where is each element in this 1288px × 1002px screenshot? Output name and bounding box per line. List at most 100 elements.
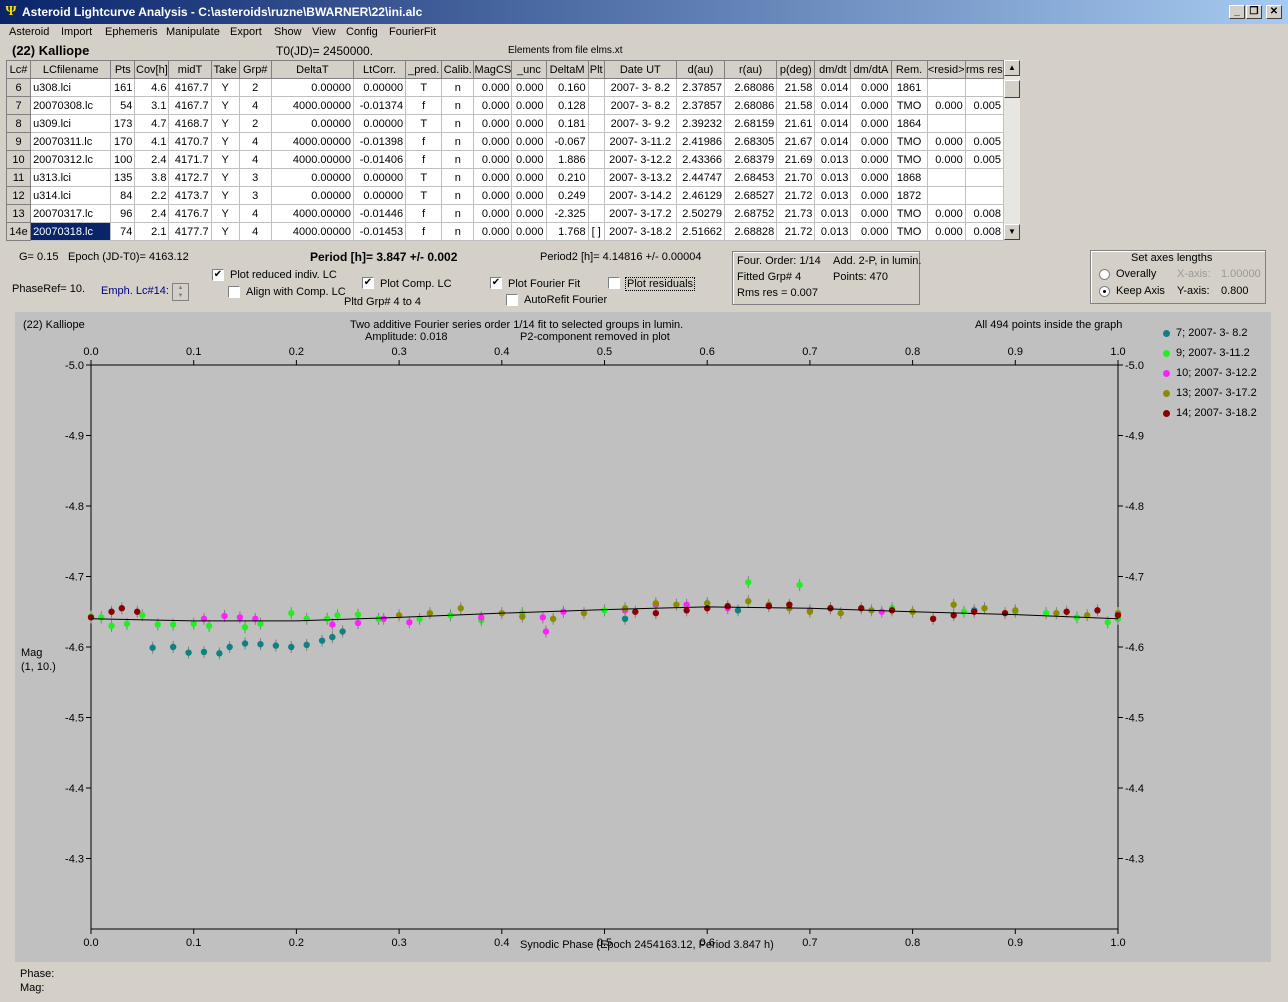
col-header[interactable]: _pred. (405, 60, 443, 79)
table-row[interactable]: 9 20070311.lc 170 4.1 4170.7 Y 4 4000.00000 -0.0… (5, 132, 1005, 151)
table-cell[interactable]: Y (210, 186, 240, 205)
keep-axis-radio[interactable] (1099, 286, 1110, 297)
align-comp-checkbox[interactable] (228, 286, 240, 298)
table-cell[interactable]: 2.44747 (675, 168, 726, 187)
table-cell[interactable]: 0.128 (545, 96, 589, 115)
table-cell[interactable]: 0.000 (511, 132, 547, 151)
table-cell[interactable]: 2.51662 (675, 222, 726, 241)
table-cell[interactable]: 0.000 (473, 150, 513, 169)
table-cell[interactable]: 4000.00000 (270, 204, 354, 223)
table-cell[interactable]: 0.000 (511, 150, 547, 169)
table-cell[interactable] (926, 168, 966, 187)
table-cell[interactable]: 0.000 (473, 78, 513, 97)
table-cell[interactable] (587, 186, 605, 205)
table-cell[interactable]: -0.01398 (352, 132, 407, 151)
table-cell[interactable]: Y (210, 132, 240, 151)
table-cell[interactable]: 6 (5, 78, 32, 97)
table-cell[interactable]: 54 (110, 96, 136, 115)
table-row[interactable]: 12 u314.lci 84 2.2 4173.7 Y 3 0.00000 0.00000 Tn 0… (5, 186, 1005, 205)
table-cell[interactable] (964, 186, 1005, 205)
table-cell[interactable]: 4 (238, 204, 272, 223)
col-header[interactable]: Grp# (238, 60, 272, 79)
table-cell[interactable]: 2.68453 (724, 168, 778, 187)
table-cell[interactable]: 0.000 (850, 96, 892, 115)
col-header[interactable]: DeltaM (545, 60, 589, 79)
plot-fourier-checkbox[interactable]: ✔ (490, 277, 502, 289)
y-axis-value[interactable]: 0.800 (1221, 285, 1249, 297)
table-cell[interactable]: 21.58 (776, 78, 816, 97)
table-cell[interactable]: 0.00000 (352, 186, 407, 205)
table-cell[interactable]: 2.43366 (675, 150, 726, 169)
table-cell[interactable]: 0.000 (511, 204, 547, 223)
close-button[interactable]: ✕ (1266, 5, 1282, 19)
table-cell[interactable]: 10 (5, 150, 32, 169)
table-cell[interactable]: 0.000 (926, 150, 966, 169)
col-header[interactable]: DeltaT (270, 60, 354, 79)
table-cell[interactable]: 0.013 (814, 168, 852, 187)
table-cell[interactable] (926, 78, 966, 97)
table-cell[interactable]: 0.000 (473, 222, 513, 241)
table-cell[interactable]: 2007- 3-13.2 (603, 168, 677, 187)
table-cell[interactable]: 0.013 (814, 186, 852, 205)
table-cell[interactable]: Y (210, 204, 240, 223)
table-cell[interactable]: 20070317.lc (30, 204, 112, 223)
col-header[interactable]: dm/dtA (850, 60, 892, 79)
col-header[interactable]: Lc# (5, 60, 32, 79)
table-cell[interactable]: 11 (5, 168, 32, 187)
table-cell[interactable]: 4.7 (134, 114, 170, 133)
table-cell[interactable]: f (405, 132, 443, 151)
table-row[interactable]: 11 u313.lci 135 3.8 4172.7 Y 3 0.00000 0.00000 Tn… (5, 168, 1005, 187)
menu-manipulate[interactable]: Manipulate (166, 26, 220, 38)
table-cell[interactable]: 0.249 (545, 186, 589, 205)
table-cell[interactable]: f (405, 150, 443, 169)
table-cell[interactable]: 2 (238, 114, 272, 133)
table-cell[interactable]: 0.014 (814, 96, 852, 115)
table-cell[interactable]: 0.008 (964, 222, 1005, 241)
plot-reduced-checkbox[interactable]: ✔ (212, 269, 224, 281)
table-cell[interactable]: 2.37857 (675, 78, 726, 97)
col-header[interactable]: midT (168, 60, 212, 79)
table-cell[interactable]: 21.61 (776, 114, 816, 133)
table-cell[interactable]: u313.lci (30, 168, 112, 187)
table-cell[interactable]: T (405, 114, 443, 133)
table-cell[interactable]: u308.lci (30, 78, 112, 97)
table-cell[interactable]: 14e (5, 222, 32, 241)
table-cell[interactable]: 170 (110, 132, 136, 151)
table-cell[interactable]: 96 (110, 204, 136, 223)
table-cell[interactable]: T (405, 168, 443, 187)
table-cell[interactable]: 2.41986 (675, 132, 726, 151)
table-cell[interactable]: 1.886 (545, 150, 589, 169)
table-cell[interactable]: 0.00000 (352, 78, 407, 97)
table-cell[interactable]: 0.000 (850, 150, 892, 169)
table-cell[interactable]: 0.013 (814, 222, 852, 241)
table-cell[interactable]: 4 (238, 222, 272, 241)
table-cell[interactable]: 1872 (890, 186, 928, 205)
table-cell[interactable]: 0.000 (473, 132, 513, 151)
table-row[interactable]: 10 20070312.lc 100 2.4 4171.7 Y 4 4000.00000 -0.… (5, 150, 1005, 169)
col-header[interactable]: Date UT (603, 60, 677, 79)
table-cell[interactable]: 0.000 (511, 222, 547, 241)
table-cell[interactable]: 135 (110, 168, 136, 187)
table-cell[interactable]: 1.768 (545, 222, 589, 241)
table-cell[interactable] (587, 114, 605, 133)
table-cell[interactable]: 0.000 (850, 78, 892, 97)
table-cell[interactable]: Y (210, 114, 240, 133)
table-cell[interactable]: 0.00000 (270, 78, 354, 97)
table-cell[interactable]: 2.46129 (675, 186, 726, 205)
table-cell[interactable]: -0.01406 (352, 150, 407, 169)
table-cell[interactable]: n (441, 114, 475, 133)
table-cell[interactable]: 4168.7 (168, 114, 212, 133)
table-cell[interactable]: 0.000 (926, 96, 966, 115)
table-cell[interactable]: 4 (238, 132, 272, 151)
table-cell[interactable]: 4 (238, 150, 272, 169)
table-cell[interactable]: 3 (238, 168, 272, 187)
table-cell[interactable]: -0.01453 (352, 222, 407, 241)
table-cell[interactable]: 4000.00000 (270, 132, 354, 151)
table-cell[interactable]: 0.008 (964, 204, 1005, 223)
table-cell[interactable]: 0.00000 (270, 114, 354, 133)
table-cell[interactable]: 2007- 3-12.2 (603, 150, 677, 169)
table-cell[interactable]: 0.000 (511, 168, 547, 187)
table-cell[interactable]: -2.325 (545, 204, 589, 223)
table-cell[interactable]: 0.000 (511, 96, 547, 115)
x-axis-value[interactable]: 1.00000 (1221, 268, 1261, 280)
